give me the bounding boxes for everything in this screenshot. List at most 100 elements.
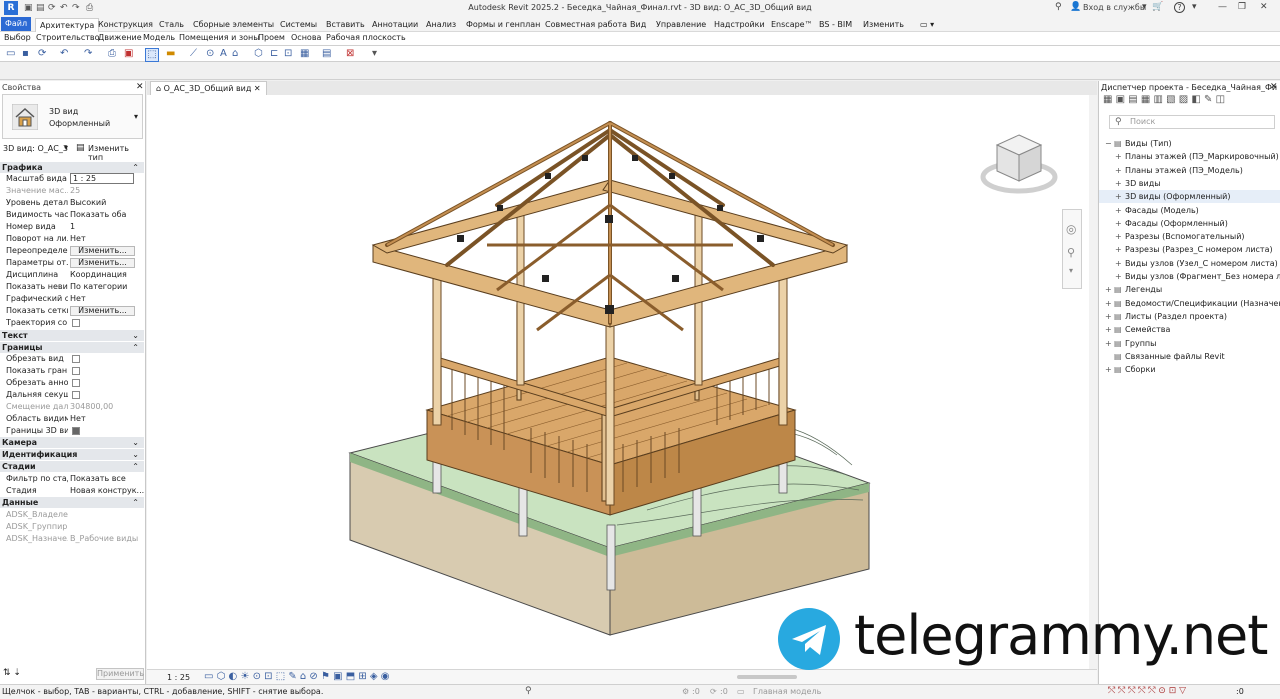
viewport-scrollbar[interactable]: [1089, 95, 1097, 669]
help-icon[interactable]: ?: [1174, 2, 1185, 13]
expand-icon[interactable]: +: [1115, 270, 1122, 283]
maximize-icon[interactable]: ❐: [1238, 2, 1246, 12]
panel-datum[interactable]: Основа: [291, 33, 321, 42]
tab-insert[interactable]: Вставить: [322, 18, 369, 32]
property-row[interactable]: Поворот на ли... Нет: [0, 233, 144, 245]
property-row[interactable]: Границы 3D вида: [0, 425, 144, 437]
browser-tree-item[interactable]: +▤Ведомости/Спецификации (Назначение в: [1099, 297, 1280, 310]
browser-tree-item[interactable]: + Разрезы (Вспомогательный): [1099, 230, 1280, 243]
tab-bs-bim[interactable]: BS - BIM: [815, 18, 856, 32]
section-phasing[interactable]: Стадии ⌃: [0, 461, 144, 472]
property-row[interactable]: Видимость час...Показать оба: [0, 209, 144, 221]
tab-file[interactable]: Файл: [1, 17, 32, 31]
selection-options-icon[interactable]: ⤲ ⤲ ⤲ ⤲ ⤲ ⊙ ⊡ ▽: [1108, 686, 1186, 696]
panel-model[interactable]: Модель: [143, 33, 175, 42]
property-checkbox[interactable]: [72, 355, 80, 363]
type-dropdown-icon[interactable]: ▾: [134, 112, 138, 121]
panel-select[interactable]: Выбор: [4, 33, 31, 42]
tab-enscape[interactable]: Enscape™: [767, 18, 817, 32]
tab-precast[interactable]: Сборные элементы: [189, 18, 278, 32]
property-row[interactable]: Переопределе...Изменить...: [0, 245, 144, 257]
property-edit-button[interactable]: Изменить...: [70, 258, 135, 268]
tab-architecture[interactable]: Архитектура: [35, 18, 100, 32]
browser-tree-item[interactable]: + Фасады (Оформленный): [1099, 217, 1280, 230]
property-row[interactable]: Масштаб вида 1 : 25: [0, 173, 144, 185]
panel-room-area[interactable]: Помещения и зоны: [179, 33, 260, 42]
expand-icon[interactable]: +: [1115, 243, 1122, 256]
panel-build[interactable]: Строительство: [36, 33, 100, 42]
apply-button[interactable]: Применить: [96, 668, 144, 680]
browser-tree-item[interactable]: + ▤ Легенды: [1099, 283, 1280, 296]
tab-systems[interactable]: Системы: [276, 18, 321, 32]
section-text[interactable]: Текст ⌄: [0, 330, 144, 341]
browser-tree-item[interactable]: + ▤ Группы: [1099, 337, 1280, 350]
measure-icon[interactable]: ▬: [166, 48, 175, 60]
sync-count-icon[interactable]: ⟳: [710, 687, 717, 696]
zoom-icon[interactable]: ⚲: [1067, 246, 1075, 259]
3d-view-icon[interactable]: ⌂: [232, 48, 238, 60]
tab-massing-site[interactable]: Формы и генплан: [462, 18, 544, 32]
property-edit-button[interactable]: Изменить...: [70, 306, 135, 316]
property-row[interactable]: Обрезать вид: [0, 353, 144, 365]
sync-central-icon[interactable]: ⟳: [38, 48, 46, 60]
undo-button-icon[interactable]: ↶: [60, 48, 68, 60]
expand-icon[interactable]: +: [1115, 217, 1122, 230]
property-checkbox[interactable]: [72, 379, 80, 387]
browser-tree-item[interactable]: + ▤ Семейства: [1099, 323, 1280, 336]
property-row[interactable]: Область видим...Нет: [0, 413, 144, 425]
property-row[interactable]: ADSK_Назначе... В_Рабочие виды: [0, 533, 144, 545]
properties-close-icon[interactable]: ✕: [136, 82, 144, 92]
view-instance-selector[interactable]: 3D вид: О_АС_3: [3, 144, 68, 153]
expand-icon[interactable]: +: [1105, 297, 1112, 310]
horizontal-scrollbar[interactable]: [737, 675, 797, 679]
section-camera[interactable]: Камера ⌄: [0, 437, 144, 448]
tab-collaborate[interactable]: Совместная работа: [541, 18, 631, 32]
binoculars-icon[interactable]: ⚲: [1055, 2, 1062, 12]
panel-opening[interactable]: Проем: [258, 33, 285, 42]
close-icon[interactable]: ✕: [1260, 2, 1268, 12]
browser-tree-item[interactable]: − ▤ Виды (Тип): [1099, 137, 1280, 150]
close-hidden-icon[interactable]: ▣: [124, 48, 133, 60]
expand-icon[interactable]: +: [1105, 283, 1112, 296]
dimension-icon[interactable]: ⟋: [190, 48, 197, 60]
browser-close-icon[interactable]: ✕: [1270, 82, 1278, 92]
property-row[interactable]: Обрезать анно...: [0, 377, 144, 389]
printer-icon[interactable]: ⎙: [108, 48, 116, 60]
help-dropdown-icon[interactable]: ▾: [1192, 2, 1197, 12]
cart-icon[interactable]: 🛒: [1152, 2, 1163, 12]
expand-icon[interactable]: +: [1115, 164, 1122, 177]
property-checkbox[interactable]: [72, 319, 80, 327]
browser-tree-item[interactable]: +3D виды (Оформленный): [1099, 190, 1280, 204]
save-file-icon[interactable]: ▪: [22, 48, 29, 60]
property-row[interactable]: Фильтр по стад...Показать все: [0, 473, 144, 485]
tab-modify[interactable]: Изменить: [859, 18, 908, 32]
property-row[interactable]: Номер вида 1: [0, 221, 144, 233]
section-icon[interactable]: ⬡: [254, 48, 263, 60]
browser-tree-item[interactable]: + Фасады (Модель): [1099, 204, 1280, 217]
instance-dropdown-icon[interactable]: ▾: [64, 143, 68, 152]
close-windows-icon[interactable]: ⊡: [284, 48, 292, 60]
type-selector[interactable]: 3D вид Оформленный ▾: [2, 94, 143, 139]
browser-tree-item[interactable]: +3D виды: [1099, 177, 1280, 190]
redo-button-icon[interactable]: ↷: [84, 48, 92, 60]
expand-icon[interactable]: +: [1105, 337, 1112, 350]
browser-tools-icon[interactable]: ▦ ▣ ▤ ▦ ▥ ▧ ▨ ◧ ✎ ◫: [1103, 94, 1225, 105]
panel-work-plane[interactable]: Рабочая плоскость: [326, 33, 406, 42]
browser-tree-item[interactable]: +Виды узлов (Фрагмент_Без номера листа): [1099, 270, 1280, 283]
view-scale[interactable]: 1 : 25: [167, 673, 190, 682]
property-row[interactable]: Траектория со...: [0, 317, 144, 329]
viewcube[interactable]: [979, 129, 1059, 199]
signin-link[interactable]: Вход в службы: [1083, 3, 1146, 12]
property-row[interactable]: ADSK_Группир...: [0, 521, 144, 533]
property-row[interactable]: Смещение дал...304800,00: [0, 401, 144, 413]
property-row[interactable]: Уровень детал...Высокий: [0, 197, 144, 209]
steering-wheel-icon[interactable]: ◎: [1066, 222, 1076, 236]
view-tab[interactable]: ⌂ О_АС_3D_Общий вид ✕: [150, 81, 267, 95]
expand-icon[interactable]: +: [1115, 204, 1122, 217]
nav-more-icon[interactable]: ▾: [1069, 266, 1073, 275]
edit-type-button[interactable]: Изменить тип: [88, 144, 143, 162]
property-row[interactable]: Стадия Новая конструк...: [0, 485, 144, 497]
expand-icon[interactable]: +: [1115, 230, 1122, 243]
editing-requests-icon[interactable]: ⚙: [682, 687, 689, 696]
section-identity[interactable]: Идентификация ⌄: [0, 449, 144, 460]
